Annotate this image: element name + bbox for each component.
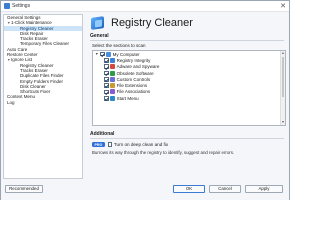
nav-item-label: Registry Cleaner <box>20 25 54 31</box>
nav-item[interactable]: Log <box>4 100 82 105</box>
checkbox[interactable] <box>104 77 109 82</box>
tree-row-label: File Extensions <box>116 83 148 89</box>
checkbox[interactable] <box>104 70 109 76</box>
nav-item-label: 1-Click Maintenance <box>11 20 52 26</box>
apply-button[interactable]: Apply <box>245 185 283 193</box>
scan-sections-tree: ▼ My Computer Registry Integrity Adware a… <box>92 50 286 126</box>
scroll-thumb[interactable] <box>282 57 284 97</box>
deep-clean-description: Burrows its way through the registry to … <box>92 150 235 156</box>
tree-row-label: My Computer <box>112 51 140 57</box>
nav-item-label: General Settings <box>7 15 41 20</box>
sections-prompt: Select the sections to scan <box>92 43 146 48</box>
nav-item-label: Empty Folders Finder <box>20 78 64 84</box>
registry-icon <box>110 57 116 63</box>
nav-item-label: Registry Cleaner <box>20 62 54 68</box>
ok-button[interactable]: OK <box>173 185 205 193</box>
nav-item-label: Tracks Eraser <box>20 67 48 73</box>
window-title: Settings <box>12 3 31 9</box>
nav-item-label: Disk Cleaner <box>20 83 46 89</box>
nav-item-label: Disk Repair <box>20 30 44 36</box>
computer-icon <box>106 51 112 57</box>
pro-badge: PRO <box>92 142 105 148</box>
nav-item-label: Log <box>7 99 15 105</box>
close-icon[interactable]: ✕ <box>280 2 286 11</box>
tree-row-label: Custom Controls <box>116 76 151 82</box>
title-bar: Settings ✕ <box>1 1 289 12</box>
checkbox[interactable] <box>104 64 109 70</box>
tree-row-label: File Associations <box>116 89 151 95</box>
settings-nav-tree: General Settings ▼1-Click Maintenance Regi… <box>3 14 83 179</box>
start-menu-icon <box>110 95 116 101</box>
page-title: Registry Cleaner <box>111 17 193 29</box>
checkbox[interactable] <box>104 58 109 63</box>
deep-clean-checkbox[interactable] <box>107 142 113 147</box>
deep-clean-row: PRO Turn on deep clean and fix <box>92 142 284 148</box>
checkbox[interactable] <box>104 89 109 95</box>
tree-row-label: Registry Integrity <box>116 57 151 63</box>
collapse-icon[interactable]: ▼ <box>95 52 99 56</box>
cancel-button[interactable]: Cancel <box>209 185 241 193</box>
scroll-down-icon[interactable]: ▼ <box>281 120 285 125</box>
additional-heading: Additional <box>90 131 284 139</box>
scroll-up-icon[interactable]: ▲ <box>281 51 285 56</box>
package-icon <box>110 70 116 76</box>
registry-cleaner-icon <box>90 15 106 31</box>
content-pane: Registry Cleaner General Select the sect… <box>86 13 288 179</box>
settings-window: Settings ✕ General Settings ▼1-Click Main… <box>0 0 290 200</box>
checkbox[interactable] <box>104 95 109 101</box>
recommended-button[interactable]: Recommended <box>5 185 43 193</box>
nav-item-label: Restore Center <box>7 52 38 58</box>
tree-scrollbar[interactable]: ▲ ▼ <box>280 51 285 125</box>
tree-row-label: Obsolete Software <box>116 70 154 76</box>
nav-item-label: Duplicate Files Finder <box>20 73 64 79</box>
controls-icon <box>110 76 116 82</box>
shield-icon <box>110 64 116 70</box>
page-header: Registry Cleaner <box>86 13 288 33</box>
deep-clean-label[interactable]: Turn on deep clean and fix <box>114 142 168 147</box>
nav-item-label: Auto Care <box>7 46 28 52</box>
link-icon <box>110 89 116 95</box>
tree-row-label: Adware and Spyware <box>116 64 160 70</box>
dialog-footer: Recommended OK Cancel Apply <box>1 181 289 200</box>
checkbox[interactable] <box>104 83 109 88</box>
general-heading: General <box>90 33 284 41</box>
nav-item-label: Temporary Files Cleaner <box>20 41 70 47</box>
file-icon <box>110 83 116 89</box>
nav-item-label: Context Menu <box>7 94 36 100</box>
tree-row-label: Start Menu <box>116 95 139 101</box>
nav-item-label: Shortcuts Fixer <box>20 89 51 95</box>
tree-row[interactable]: Start Menu <box>93 95 285 101</box>
app-icon <box>4 3 10 9</box>
nav-item-label: Tracks Eraser <box>20 36 48 42</box>
nav-item-label: Ignore List <box>11 57 33 63</box>
checkbox[interactable] <box>100 51 105 57</box>
